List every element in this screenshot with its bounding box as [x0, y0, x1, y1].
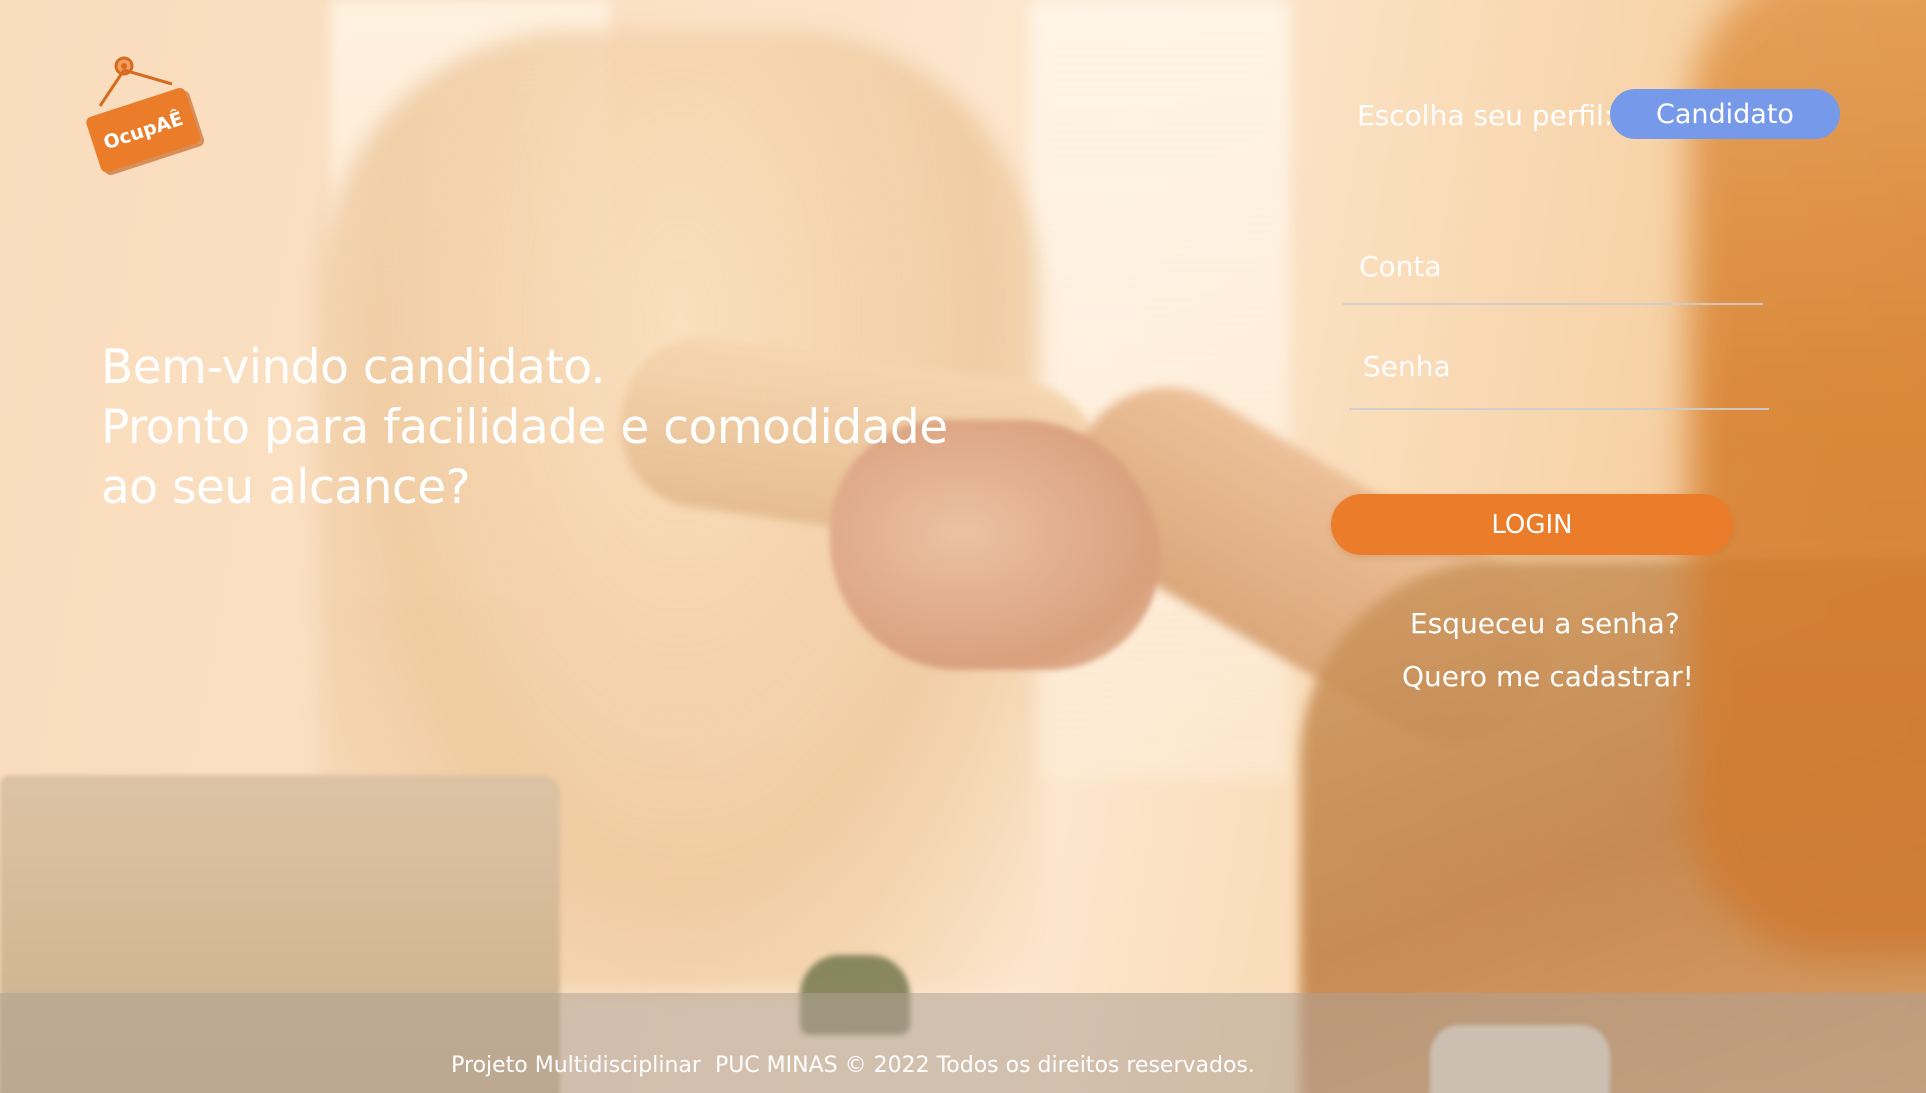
footer-text: Projeto Multidisciplinar PUC MINAS © 202… [451, 1053, 1255, 1078]
footer: Projeto Multidisciplinar PUC MINAS © 202… [0, 993, 1926, 1093]
footer-project: Projeto Multidisciplinar [451, 1052, 701, 1078]
background-hair [1690, 0, 1926, 960]
password-input[interactable] [1347, 336, 1783, 396]
login-button[interactable]: LOGIN [1331, 494, 1733, 555]
register-link[interactable]: Quero me cadastrar! [1402, 660, 1694, 693]
account-input[interactable] [1343, 236, 1779, 296]
welcome-line-2: Pronto para facilidade e comodidade [101, 400, 948, 455]
welcome-line-1: Bem-vindo candidato. [101, 340, 606, 395]
welcome-line-3: ao seu alcance? [101, 460, 471, 515]
ocupae-logo: OcupAÊ [86, 56, 216, 176]
password-input-underline [1349, 408, 1769, 410]
footer-copyright: PUC MINAS © 2022 Todos os direitos reser… [714, 1052, 1255, 1078]
welcome-message: Bem-vindo candidato. Pronto para facilid… [101, 338, 948, 518]
login-page: OcupAÊ Bem-vindo candidato. Pronto para … [0, 0, 1926, 1093]
forgot-password-link[interactable]: Esqueceu a senha? [1410, 607, 1680, 640]
profile-label: Escolha seu perfil: [1357, 99, 1614, 132]
profile-select-button[interactable]: Candidato [1610, 89, 1840, 139]
account-input-underline [1343, 303, 1763, 305]
hanging-sign-icon: OcupAÊ [86, 56, 205, 176]
